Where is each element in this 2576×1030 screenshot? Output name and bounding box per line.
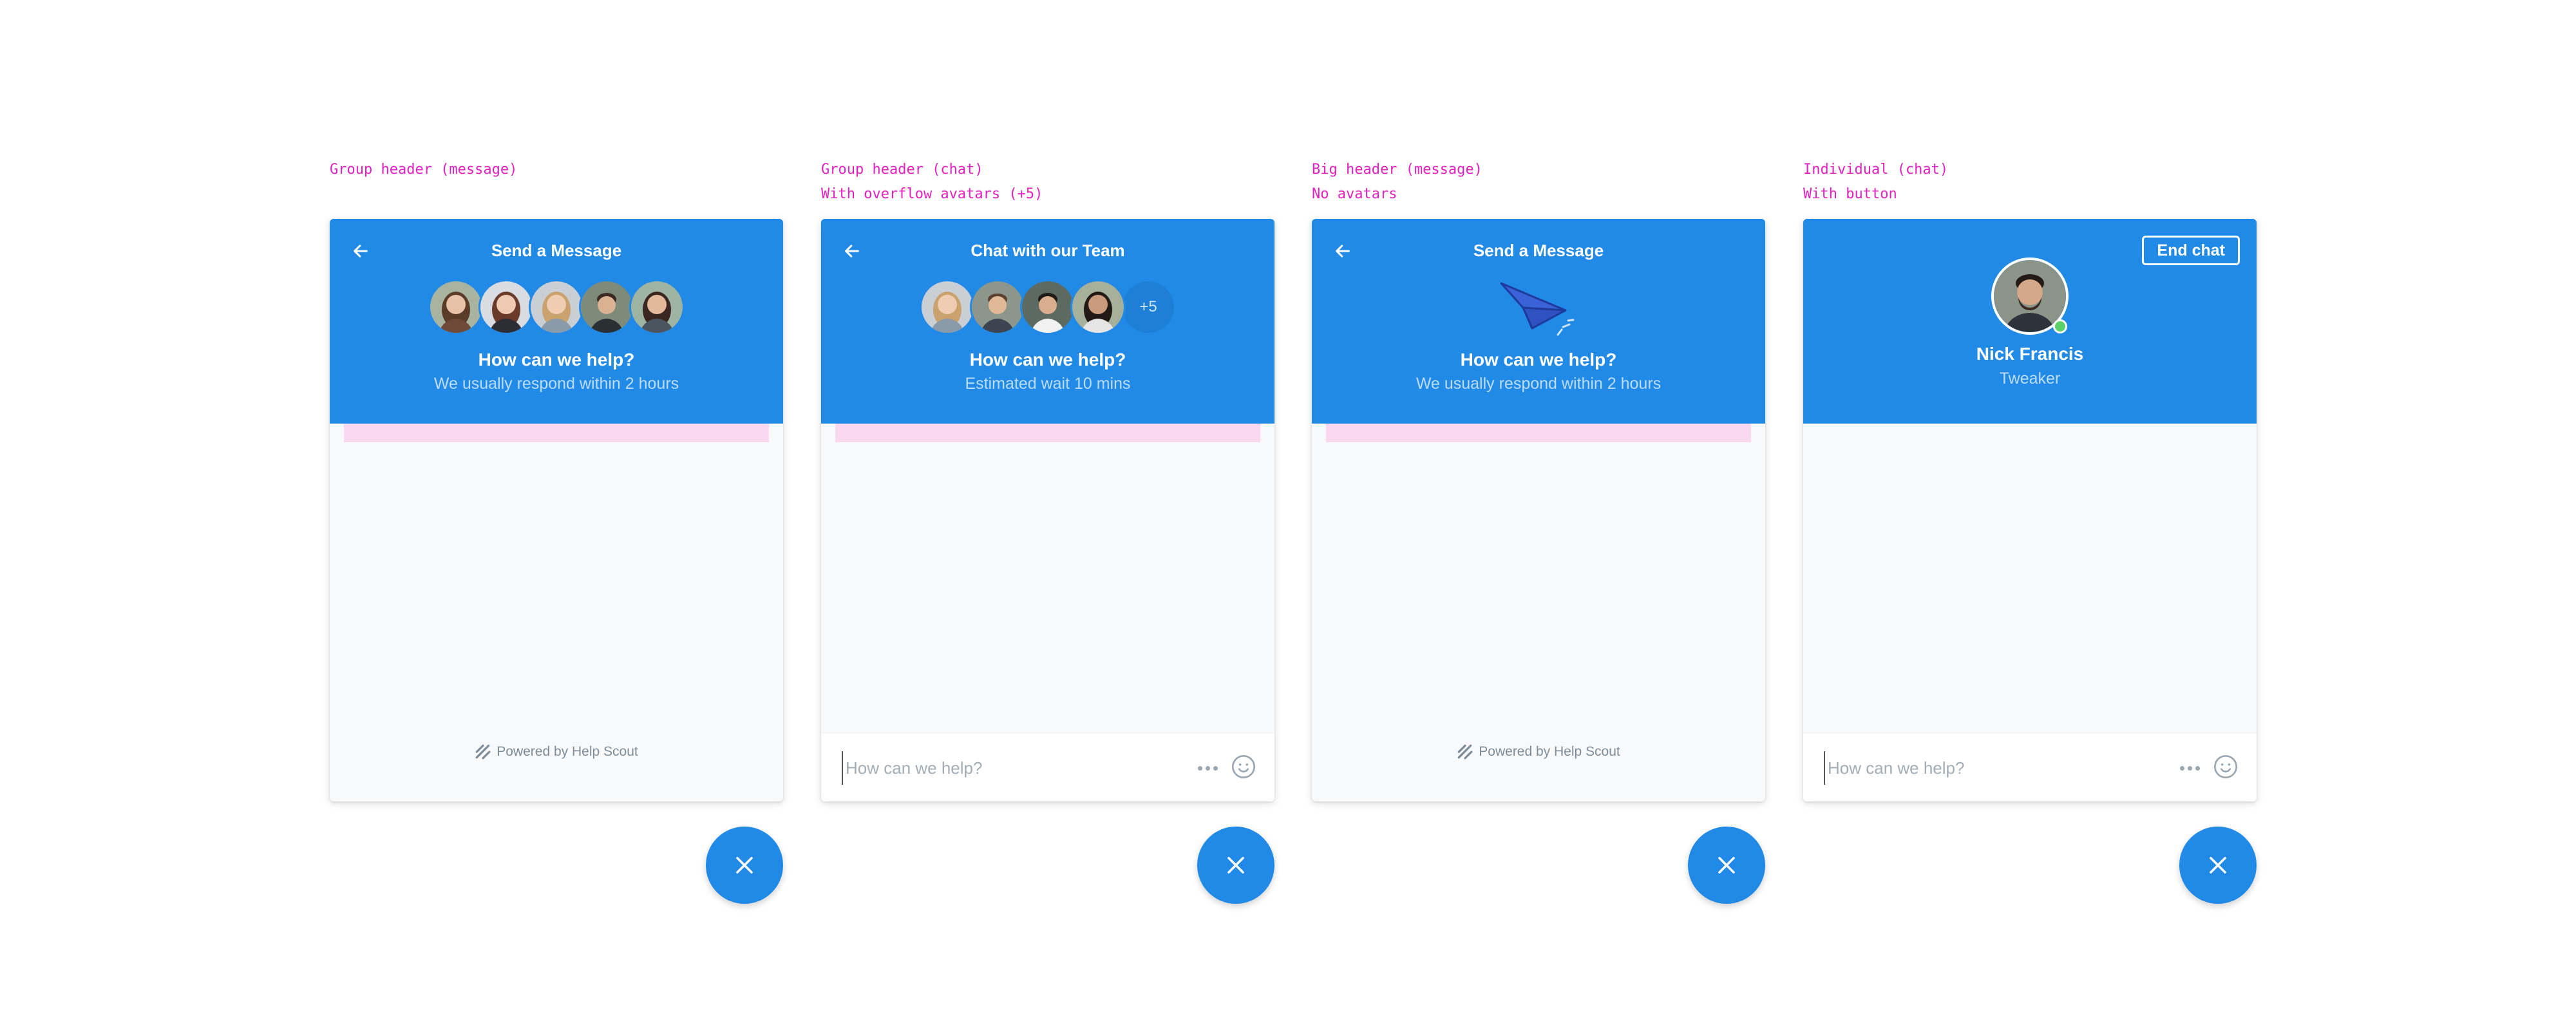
help-scout-logo-icon [1457, 744, 1473, 760]
close-icon [1227, 857, 1244, 874]
close-icon [1718, 857, 1735, 874]
dot [2195, 765, 2200, 771]
agent-name: Nick Francis [1976, 344, 2084, 364]
header-title: Send a Message [1473, 241, 1604, 260]
message-input[interactable] [842, 751, 1169, 785]
close-fab-button[interactable] [1688, 827, 1765, 904]
beacon-widget: Send a Message How can we help? We usual… [330, 219, 783, 801]
dot [2187, 765, 2192, 771]
header-question: How can we help? [969, 350, 1126, 370]
powered-by-link[interactable]: Powered by Help Scout [1312, 744, 1765, 760]
more-options-button[interactable] [1195, 756, 1220, 780]
panel-group-chat: Group header (chat) With overflow avatar… [821, 0, 1274, 1030]
close-fab-button[interactable] [1197, 827, 1274, 904]
help-scout-logo-icon [475, 744, 491, 760]
avatar [529, 279, 584, 335]
panel-caption: Group header (chat) With overflow avatar… [821, 162, 1043, 202]
panel-caption: Big header (message) No avatars [1312, 162, 1482, 202]
widget-header: Send a Message How can we help? We usual… [330, 219, 783, 424]
avatar [970, 279, 1025, 335]
dot [1213, 765, 1218, 771]
online-status-indicator [2053, 319, 2067, 333]
avatar [579, 279, 634, 335]
beacon-widget: Chat with our Team +5 How can we help? E… [821, 219, 1274, 801]
powered-by-link[interactable]: Powered by Help Scout [330, 744, 783, 760]
dot [1205, 765, 1210, 771]
close-fab-button[interactable] [2179, 827, 2257, 904]
dot [1197, 765, 1202, 771]
emoji-button[interactable] [1231, 754, 1256, 780]
chat-composer [821, 733, 1274, 801]
avatar-group [330, 279, 783, 336]
powered-by-text: Powered by Help Scout [1479, 744, 1620, 759]
header-subtitle: We usually respond within 2 hours [1416, 375, 1662, 393]
overflow-count-badge: +5 [1121, 279, 1176, 335]
panel-individual-chat: Individual (chat) With button End chat N… [1803, 0, 2257, 1030]
smiley-icon [2214, 755, 2237, 778]
panel-group-message: Group header (message) Send a Message Ho… [330, 0, 783, 1030]
header-question: How can we help? [478, 350, 635, 370]
agent-role: Tweaker [1999, 370, 2061, 388]
avatar-group: +5 [821, 279, 1274, 336]
header-question: How can we help? [1460, 350, 1617, 370]
close-icon [2210, 857, 2226, 874]
placeholder-bar [835, 424, 1260, 442]
agent-avatar [1991, 258, 2069, 335]
header-subtitle: We usually respond within 2 hours [433, 375, 679, 393]
placeholder-bar [1326, 424, 1751, 442]
powered-by-text: Powered by Help Scout [497, 744, 638, 759]
close-icon [736, 857, 753, 874]
header-title: Send a Message [491, 241, 622, 260]
avatar [1020, 279, 1075, 335]
widget-header: Send a Message How can we help? We usual… [1312, 219, 1765, 424]
end-chat-button[interactable]: End chat [2142, 236, 2240, 265]
avatar [428, 279, 484, 335]
emoji-button[interactable] [2213, 754, 2239, 780]
dot [2179, 765, 2184, 771]
paper-plane-icon [1500, 282, 1575, 336]
header-subtitle: Estimated wait 10 mins [965, 375, 1131, 393]
more-options-button[interactable] [2177, 756, 2202, 780]
placeholder-bar [344, 424, 769, 442]
panel-caption: Group header (message) [330, 162, 518, 178]
avatar [920, 279, 975, 335]
panel-big-message: Big header (message) No avatars Send a M… [1312, 0, 1765, 1030]
panel-caption: Individual (chat) With button [1803, 162, 1949, 202]
widget-header: Chat with our Team +5 How can we help? E… [821, 219, 1274, 424]
beacon-widget: End chat Nick Francis Tweaker [1803, 219, 2257, 801]
beacon-widget: Send a Message How can we help? We usual… [1312, 219, 1765, 801]
illustration [1312, 274, 1765, 345]
message-input[interactable] [1824, 751, 2151, 785]
header-title: Chat with our Team [971, 241, 1125, 260]
avatar [1070, 279, 1126, 335]
chat-composer [1803, 733, 2257, 801]
avatar [629, 279, 685, 335]
widget-header: End chat Nick Francis Tweaker [1803, 219, 2257, 424]
avatar [478, 279, 534, 335]
close-fab-button[interactable] [706, 827, 783, 904]
smiley-icon [1232, 755, 1255, 778]
